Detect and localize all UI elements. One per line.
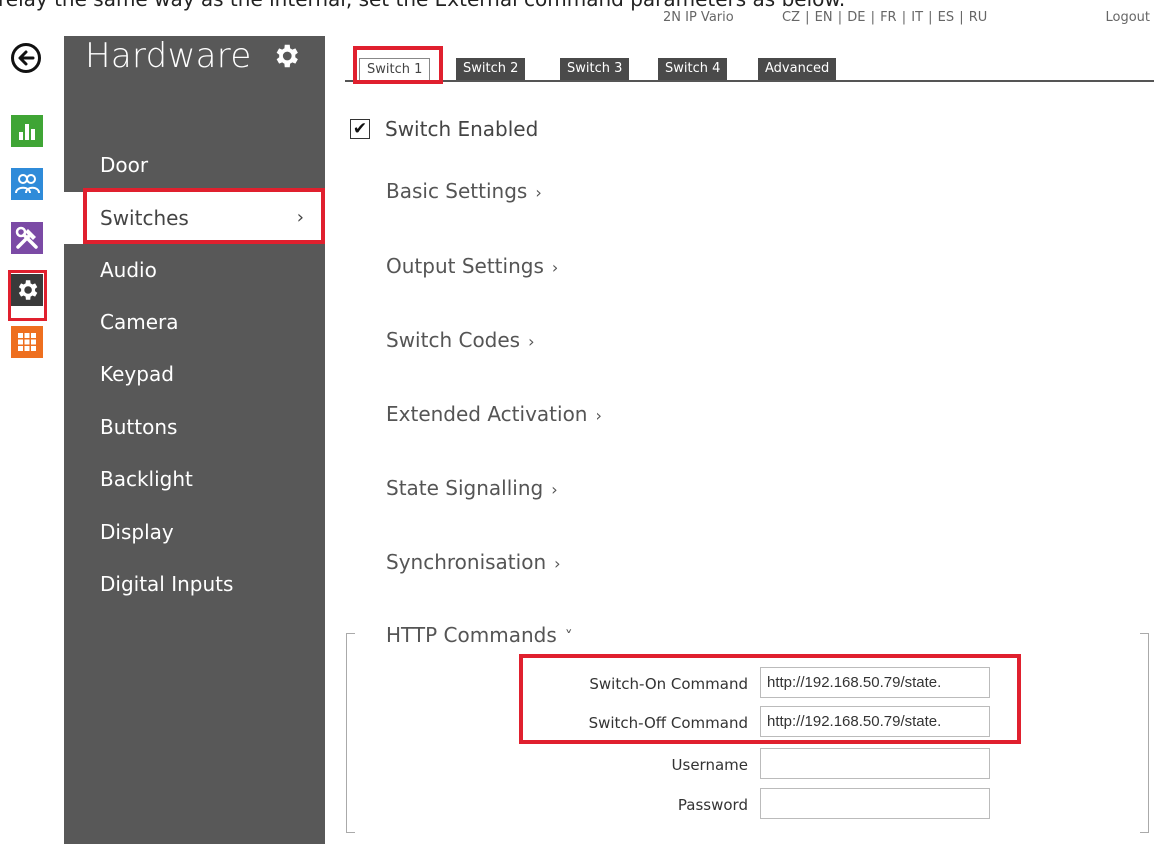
sidebar-item-digital-inputs[interactable]: Digital Inputs <box>64 558 325 610</box>
language-selector[interactable]: CZ | EN | DE | FR | IT | ES | RU <box>782 10 987 25</box>
chevron-down-icon: ˅ <box>564 627 573 646</box>
section-http-commands[interactable]: HTTP Commands ˅ <box>386 623 573 647</box>
highlight-frame-rail <box>8 270 47 321</box>
section-state-signalling[interactable]: State Signalling › <box>386 476 558 500</box>
chevron-right-icon: › <box>554 554 561 573</box>
tab-switch-3[interactable]: Switch 3 <box>560 58 630 80</box>
section-output-settings[interactable]: Output Settings › <box>386 254 558 278</box>
username-label: Username <box>671 756 748 774</box>
top-header: 2N IP Vario CZ | EN | DE | FR | IT | ES … <box>0 10 1155 30</box>
section-extended-activation[interactable]: Extended Activation › <box>386 402 602 426</box>
highlight-frame-http-commands <box>519 654 1021 744</box>
chart-icon[interactable] <box>11 115 43 147</box>
highlight-frame-tab <box>353 46 443 84</box>
back-icon[interactable] <box>11 43 41 73</box>
users-icon[interactable] <box>11 168 43 200</box>
sidebar-item-label: Display <box>100 520 174 544</box>
app-root: relay the same way as the internal, set … <box>0 0 1155 844</box>
group-corner <box>347 832 355 833</box>
sidebar-item-label: Camera <box>100 310 179 334</box>
grid-icon[interactable] <box>11 326 43 358</box>
section-basic-settings[interactable]: Basic Settings › <box>386 179 542 203</box>
section-label: Basic Settings <box>386 179 528 203</box>
switch-enabled-label: Switch Enabled <box>385 117 539 141</box>
sidebar-item-label: Door <box>100 153 149 177</box>
section-label: Switch Codes <box>386 328 521 352</box>
sidebar-item-door[interactable]: Door <box>64 139 325 191</box>
section-label: State Signalling <box>386 476 544 500</box>
sidebar-item-camera[interactable]: Camera <box>64 296 325 348</box>
group-corner <box>1140 832 1148 833</box>
tab-advanced[interactable]: Advanced <box>758 58 837 80</box>
sidebar-item-label: Buttons <box>100 415 178 439</box>
sidebar-item-label: Digital Inputs <box>100 572 234 596</box>
sidebar-item-backlight[interactable]: Backlight <box>64 453 325 505</box>
tools-icon[interactable] <box>11 222 43 254</box>
section-label: HTTP Commands <box>386 623 557 647</box>
switch-enabled-row: ✔ Switch Enabled <box>350 116 538 142</box>
sidebar-item-label: Backlight <box>100 467 193 491</box>
device-name: 2N IP Vario <box>663 10 734 25</box>
section-label: Extended Activation <box>386 402 588 426</box>
username-input[interactable] <box>760 748 990 779</box>
chevron-right-icon: › <box>595 406 602 425</box>
chevron-right-icon: › <box>551 480 558 499</box>
sidebar-item-display[interactable]: Display <box>64 506 325 558</box>
sidebar-item-label: Keypad <box>100 362 174 386</box>
logout-link[interactable]: Logout <box>1105 10 1150 25</box>
chevron-right-icon: › <box>551 258 559 277</box>
tab-bar: Switch 1 Switch 2 Switch 3 Switch 4 Adva… <box>345 56 1154 82</box>
password-label: Password <box>677 796 748 814</box>
chevron-right-icon: › <box>535 183 542 202</box>
sidebar-title: Hardware <box>85 36 252 76</box>
section-synchronisation[interactable]: Synchronisation › <box>386 550 561 574</box>
switch-enabled-checkbox[interactable]: ✔ <box>350 119 370 139</box>
tab-switch-4[interactable]: Switch 4 <box>658 58 728 80</box>
sidebar-item-buttons[interactable]: Buttons <box>64 401 325 453</box>
sidebar-item-audio[interactable]: Audio <box>64 244 325 296</box>
section-label: Synchronisation <box>386 550 547 574</box>
sidebar-item-label: Audio <box>100 258 157 282</box>
section-switch-codes[interactable]: Switch Codes › <box>386 328 535 352</box>
password-input[interactable] <box>760 788 990 819</box>
highlight-frame-switches <box>83 188 325 244</box>
section-label: Output Settings <box>386 254 544 278</box>
tab-switch-2[interactable]: Switch 2 <box>456 58 526 80</box>
sidebar-item-keypad[interactable]: Keypad <box>64 348 325 400</box>
gear-icon <box>271 41 301 71</box>
chevron-right-icon: › <box>528 332 535 351</box>
